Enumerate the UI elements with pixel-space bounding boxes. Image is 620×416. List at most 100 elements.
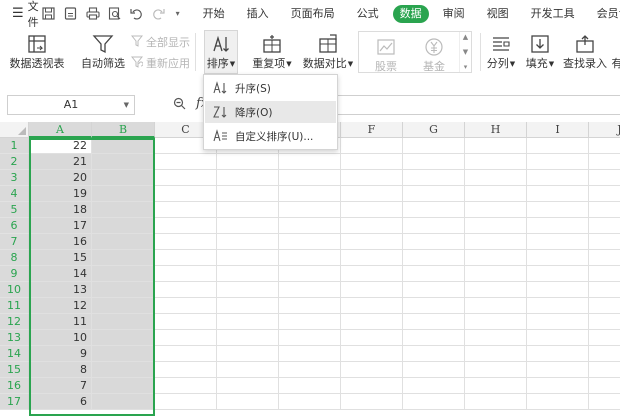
- chevron-down-icon[interactable]: ▾: [173, 6, 183, 22]
- chevron-down-icon[interactable]: ▼: [124, 96, 129, 114]
- cell-a5[interactable]: 18: [29, 202, 92, 218]
- cell-b6[interactable]: [92, 218, 155, 234]
- cell-d11[interactable]: [217, 298, 279, 314]
- cell-i5[interactable]: [527, 202, 589, 218]
- row-header[interactable]: 6: [0, 218, 29, 234]
- gallery-scroll[interactable]: ▲ ▼ ▾: [459, 32, 471, 72]
- cell-g10[interactable]: [403, 282, 465, 298]
- cell-j5[interactable]: [589, 202, 620, 218]
- cell-d4[interactable]: [217, 186, 279, 202]
- cell-h6[interactable]: [465, 218, 527, 234]
- show-all-button[interactable]: 全部显示: [130, 34, 190, 50]
- cell-d12[interactable]: [217, 314, 279, 330]
- cell-j8[interactable]: [589, 250, 620, 266]
- redo-icon[interactable]: [151, 6, 167, 22]
- row-header[interactable]: 1: [0, 138, 29, 154]
- cell-b3[interactable]: [92, 170, 155, 186]
- cell-b8[interactable]: [92, 250, 155, 266]
- column-header-j[interactable]: J: [589, 122, 620, 138]
- cell-g13[interactable]: [403, 330, 465, 346]
- cell-f4[interactable]: [341, 186, 403, 202]
- cell-j1[interactable]: [589, 138, 620, 154]
- cell-h5[interactable]: [465, 202, 527, 218]
- cell-j15[interactable]: [589, 362, 620, 378]
- cell-b11[interactable]: [92, 298, 155, 314]
- cell-e3[interactable]: [279, 170, 341, 186]
- column-header-h[interactable]: H: [465, 122, 527, 138]
- row-header[interactable]: 4: [0, 186, 29, 202]
- cell-a11[interactable]: 12: [29, 298, 92, 314]
- row-header[interactable]: 8: [0, 250, 29, 266]
- cell-g5[interactable]: [403, 202, 465, 218]
- cell-g2[interactable]: [403, 154, 465, 170]
- duplicates-button[interactable]: 重复项▼: [250, 31, 294, 71]
- row-header[interactable]: 14: [0, 346, 29, 362]
- cell-g11[interactable]: [403, 298, 465, 314]
- cell-c3[interactable]: [155, 170, 217, 186]
- cell-d3[interactable]: [217, 170, 279, 186]
- cell-h16[interactable]: [465, 378, 527, 394]
- column-header-a[interactable]: A: [29, 122, 92, 138]
- cell-d9[interactable]: [217, 266, 279, 282]
- cell-g9[interactable]: [403, 266, 465, 282]
- tab-formulas[interactable]: 公式: [349, 5, 387, 23]
- cell-f9[interactable]: [341, 266, 403, 282]
- save-icon[interactable]: [41, 6, 57, 22]
- custom-sort-item[interactable]: 自定义排序(U)...: [205, 125, 336, 147]
- find-entry-button[interactable]: 查找录入: [562, 31, 608, 71]
- print-icon[interactable]: [85, 6, 101, 22]
- print-preview-icon[interactable]: [107, 6, 123, 22]
- cell-i14[interactable]: [527, 346, 589, 362]
- cell-j2[interactable]: [589, 154, 620, 170]
- cell-i4[interactable]: [527, 186, 589, 202]
- row-header[interactable]: 7: [0, 234, 29, 250]
- cell-b12[interactable]: [92, 314, 155, 330]
- auto-filter-button[interactable]: 自动筛选: [80, 31, 126, 71]
- cell-a9[interactable]: 14: [29, 266, 92, 282]
- cell-h3[interactable]: [465, 170, 527, 186]
- cell-a1[interactable]: 22: [29, 138, 92, 154]
- cell-i2[interactable]: [527, 154, 589, 170]
- cell-h14[interactable]: [465, 346, 527, 362]
- cell-h17[interactable]: [465, 394, 527, 410]
- cell-b13[interactable]: [92, 330, 155, 346]
- cell-d10[interactable]: [217, 282, 279, 298]
- cell-g12[interactable]: [403, 314, 465, 330]
- cell-j10[interactable]: [589, 282, 620, 298]
- cell-a16[interactable]: 7: [29, 378, 92, 394]
- cell-b4[interactable]: [92, 186, 155, 202]
- undo-icon[interactable]: [129, 6, 145, 22]
- cell-f2[interactable]: [341, 154, 403, 170]
- cell-c6[interactable]: [155, 218, 217, 234]
- funds-button[interactable]: 基金: [411, 34, 457, 74]
- cell-j3[interactable]: [589, 170, 620, 186]
- cell-b1[interactable]: [92, 138, 155, 154]
- cell-e5[interactable]: [279, 202, 341, 218]
- split-column-button[interactable]: 分列▼: [484, 31, 518, 71]
- cell-c5[interactable]: [155, 202, 217, 218]
- cell-h9[interactable]: [465, 266, 527, 282]
- sort-ascending-item[interactable]: 升序(S): [205, 77, 336, 99]
- chevron-up-icon[interactable]: ▲: [463, 33, 468, 41]
- cell-j4[interactable]: [589, 186, 620, 202]
- select-all-corner[interactable]: [0, 122, 29, 138]
- cell-c15[interactable]: [155, 362, 217, 378]
- cell-g15[interactable]: [403, 362, 465, 378]
- cell-j13[interactable]: [589, 330, 620, 346]
- cell-a2[interactable]: 21: [29, 154, 92, 170]
- cell-e2[interactable]: [279, 154, 341, 170]
- cell-i9[interactable]: [527, 266, 589, 282]
- cell-e11[interactable]: [279, 298, 341, 314]
- name-box[interactable]: A1 ▼: [7, 95, 135, 115]
- cell-e6[interactable]: [279, 218, 341, 234]
- cell-g8[interactable]: [403, 250, 465, 266]
- cell-b16[interactable]: [92, 378, 155, 394]
- cell-f16[interactable]: [341, 378, 403, 394]
- row-header[interactable]: 2: [0, 154, 29, 170]
- cell-i8[interactable]: [527, 250, 589, 266]
- cell-j7[interactable]: [589, 234, 620, 250]
- cell-b5[interactable]: [92, 202, 155, 218]
- sort-button[interactable]: 排序▼: [204, 31, 238, 71]
- cell-i13[interactable]: [527, 330, 589, 346]
- cell-e9[interactable]: [279, 266, 341, 282]
